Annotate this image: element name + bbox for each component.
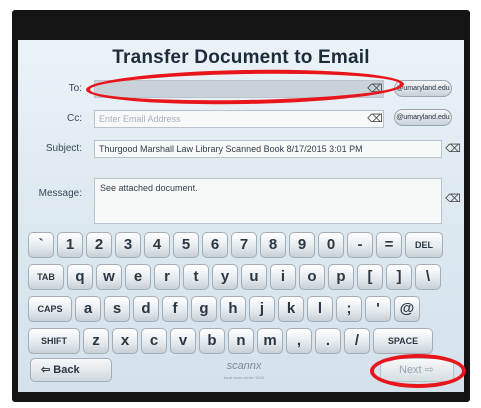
key-y[interactable]: y	[212, 264, 238, 290]
key-x[interactable]: x	[112, 328, 138, 354]
key-minus[interactable]: -	[347, 232, 373, 258]
key-d[interactable]: d	[133, 296, 159, 322]
key-b[interactable]: b	[199, 328, 225, 354]
key-2[interactable]: 2	[86, 232, 112, 258]
scannx-logo: scannx	[226, 360, 262, 372]
logo-tagline: book scan center 2015	[223, 375, 265, 380]
key-p[interactable]: p	[328, 264, 354, 290]
key-6[interactable]: 6	[202, 232, 228, 258]
key-g[interactable]: g	[191, 296, 217, 322]
key-backtick[interactable]: `	[28, 232, 54, 258]
key-e[interactable]: e	[125, 264, 151, 290]
key-r[interactable]: r	[154, 264, 180, 290]
to-label: To:	[68, 83, 82, 94]
key-1[interactable]: 1	[57, 232, 83, 258]
key-w[interactable]: w	[96, 264, 122, 290]
key-apostrophe[interactable]: '	[365, 296, 391, 322]
cc-label: Cc:	[67, 113, 82, 124]
key-v[interactable]: v	[170, 328, 196, 354]
key-s[interactable]: s	[104, 296, 130, 322]
key-c[interactable]: c	[141, 328, 167, 354]
key-7[interactable]: 7	[231, 232, 257, 258]
key-period[interactable]: .	[315, 328, 341, 354]
key-3[interactable]: 3	[115, 232, 141, 258]
key-9[interactable]: 9	[289, 232, 315, 258]
cc-field[interactable]: Enter Email Address	[94, 110, 384, 128]
message-clear-icon[interactable]: ⌫	[444, 192, 462, 206]
message-label: Message:	[38, 188, 82, 199]
key-z[interactable]: z	[83, 328, 109, 354]
key-comma[interactable]: ,	[286, 328, 312, 354]
key-h[interactable]: h	[220, 296, 246, 322]
key-i[interactable]: i	[270, 264, 296, 290]
key-5[interactable]: 5	[173, 232, 199, 258]
key-tab[interactable]: TAB	[28, 264, 64, 290]
cc-placeholder: Enter Email Address	[99, 114, 181, 124]
key-backslash[interactable]: \	[415, 264, 441, 290]
key-bracket-left[interactable]: [	[357, 264, 383, 290]
key-o[interactable]: o	[299, 264, 325, 290]
key-equals[interactable]: =	[376, 232, 402, 258]
back-label: Back	[53, 364, 80, 376]
key-semicolon[interactable]: ;	[336, 296, 362, 322]
key-t[interactable]: t	[183, 264, 209, 290]
cc-domain-button[interactable]: @umaryland.edu	[394, 109, 452, 126]
key-space[interactable]: SPACE	[373, 328, 433, 354]
subject-clear-icon[interactable]: ⌫	[444, 142, 462, 156]
key-8[interactable]: 8	[260, 232, 286, 258]
key-at[interactable]: @	[394, 296, 420, 322]
key-shift[interactable]: SHIFT	[28, 328, 80, 354]
key-m[interactable]: m	[257, 328, 283, 354]
page-title: Transfer Document to Email	[112, 47, 370, 68]
key-0[interactable]: 0	[318, 232, 344, 258]
key-q[interactable]: q	[67, 264, 93, 290]
key-del[interactable]: DEL	[405, 232, 443, 258]
subject-field[interactable]: Thurgood Marshall Law Library Scanned Bo…	[94, 140, 442, 158]
key-u[interactable]: u	[241, 264, 267, 290]
key-bracket-right[interactable]: ]	[386, 264, 412, 290]
key-f[interactable]: f	[162, 296, 188, 322]
key-l[interactable]: l	[307, 296, 333, 322]
key-n[interactable]: n	[228, 328, 254, 354]
key-caps[interactable]: CAPS	[28, 296, 72, 322]
message-field[interactable]: See attached document.	[94, 178, 442, 224]
cc-clear-icon[interactable]: ⌫	[366, 112, 384, 126]
annotation-ellipse-next	[370, 354, 466, 388]
back-button[interactable]: ⇦ Back	[30, 358, 112, 382]
key-k[interactable]: k	[278, 296, 304, 322]
key-slash[interactable]: /	[344, 328, 370, 354]
key-j[interactable]: j	[249, 296, 275, 322]
subject-label: Subject:	[45, 143, 82, 154]
key-4[interactable]: 4	[144, 232, 170, 258]
back-arrow-icon: ⇦	[41, 364, 54, 376]
key-a[interactable]: a	[75, 296, 101, 322]
